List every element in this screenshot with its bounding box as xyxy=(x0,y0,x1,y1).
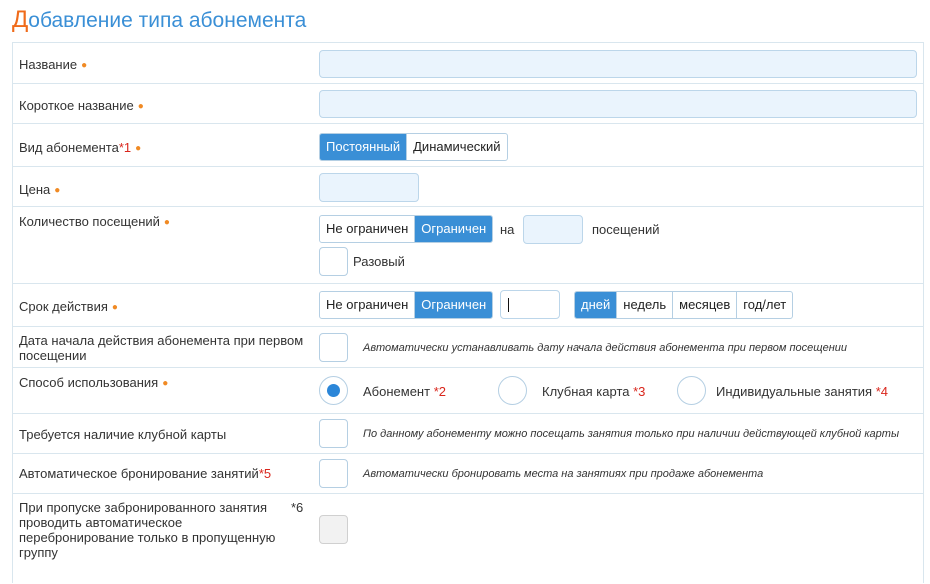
row-name: Название ● xyxy=(13,43,923,83)
name-input[interactable] xyxy=(319,50,917,78)
visits-option-unlimited[interactable]: Не ограничен xyxy=(320,216,414,242)
subscription-type-form: Название ● Короткое название ● Вид абонеме… xyxy=(12,42,924,583)
visits-unit-text: посещений xyxy=(592,222,660,237)
start-date-label: Дата начала действия абонемента при перв… xyxy=(19,333,304,363)
club-card-label: Требуется наличие клубной карты xyxy=(19,427,227,442)
validity-count-input[interactable] xyxy=(500,290,560,319)
row-usage: Способ использования ● Абонемент *2 Клубн… xyxy=(13,367,923,414)
validity-label: Срок действия ● xyxy=(19,299,118,314)
unit-option-weeks[interactable]: недель xyxy=(616,292,672,318)
row-kind: Вид абонемента*1 ● Постоянный Динамически… xyxy=(13,123,923,167)
row-visits: Количество посещений ● Не ограничен Огран… xyxy=(13,206,923,284)
price-input[interactable] xyxy=(319,173,419,202)
usage-radio-club-card[interactable] xyxy=(498,376,527,405)
visits-switch: Не ограничен Ограничен xyxy=(319,215,494,243)
short-name-input[interactable] xyxy=(319,90,917,118)
required-dot-icon: ● xyxy=(54,185,61,196)
club-card-hint: По данному абонементу можно посещать зан… xyxy=(363,428,900,440)
radio-selected-dot xyxy=(327,384,340,397)
kind-label: Вид абонемента*1 ● xyxy=(19,140,142,155)
usage-radio-individual[interactable] xyxy=(677,376,706,405)
validity-option-unlimited[interactable]: Не ограничен xyxy=(320,292,414,318)
name-label: Название ● xyxy=(19,57,88,72)
rebooking-note: *6 xyxy=(291,500,304,515)
price-label: Цена ● xyxy=(19,182,61,197)
row-validity: Срок действия ● Не ограничен Ограничен дн… xyxy=(13,283,923,327)
auto-booking-label: Автоматическое бронирование занятий*5 xyxy=(19,466,272,481)
usage-option-club-card-label: Клубная карта *3 xyxy=(542,384,646,399)
text-cursor xyxy=(508,298,509,312)
row-price: Цена ● xyxy=(13,166,923,207)
required-dot-icon: ● xyxy=(137,101,144,112)
required-dot-icon: ● xyxy=(111,302,118,313)
validity-switch: Не ограничен Ограничен xyxy=(319,291,494,319)
usage-option-individual-label: Индивидуальные занятия *4 xyxy=(716,384,889,399)
kind-switch: Постоянный Динамический xyxy=(319,133,508,161)
validity-unit-switch: дней недель месяцев год/лет xyxy=(574,291,794,319)
start-date-checkbox[interactable] xyxy=(319,333,348,362)
required-dot-icon: ● xyxy=(135,143,142,154)
required-dot-icon: ● xyxy=(81,60,88,71)
unit-option-months[interactable]: месяцев xyxy=(672,292,736,318)
page-title: Добавление типа абонемента xyxy=(12,6,307,33)
required-dot-icon: ● xyxy=(163,217,170,228)
club-card-checkbox[interactable] xyxy=(319,419,348,448)
usage-option-subscription-label: Абонемент *2 xyxy=(363,384,446,399)
rebooking-checkbox[interactable] xyxy=(319,515,348,544)
visits-count-input[interactable] xyxy=(523,215,583,244)
visits-label: Количество посещений ● xyxy=(19,214,170,229)
single-visit-label: Разовый xyxy=(353,254,405,269)
row-short-name: Короткое название ● xyxy=(13,83,923,124)
single-visit-checkbox[interactable] xyxy=(319,247,348,276)
row-auto-booking: Автоматическое бронирование занятий*5 Ав… xyxy=(13,453,923,494)
auto-booking-hint: Автоматически бронировать места на занят… xyxy=(363,468,764,480)
usage-radio-subscription[interactable] xyxy=(319,376,348,405)
rebooking-label: При пропуске забронированного занятия пр… xyxy=(19,500,276,560)
auto-booking-checkbox[interactable] xyxy=(319,459,348,488)
usage-label: Способ использования ● xyxy=(19,375,169,390)
visits-on-text: на xyxy=(500,222,515,237)
visits-option-limited[interactable]: Ограничен xyxy=(414,216,493,242)
row-club-card: Требуется наличие клубной карты По данно… xyxy=(13,413,923,454)
kind-option-dynamic[interactable]: Динамический xyxy=(406,134,506,160)
kind-option-permanent[interactable]: Постоянный xyxy=(320,134,407,160)
required-dot-icon: ● xyxy=(162,378,169,389)
row-start-date: Дата начала действия абонемента при перв… xyxy=(13,326,923,368)
unit-option-years[interactable]: год/лет xyxy=(736,292,792,318)
short-name-label: Короткое название ● xyxy=(19,98,144,113)
row-rebooking: При пропуске забронированного занятия пр… xyxy=(13,493,923,584)
start-date-hint: Автоматически устанавливать дату начала … xyxy=(363,342,847,354)
unit-option-days[interactable]: дней xyxy=(575,292,617,318)
validity-option-limited[interactable]: Ограничен xyxy=(414,292,493,318)
